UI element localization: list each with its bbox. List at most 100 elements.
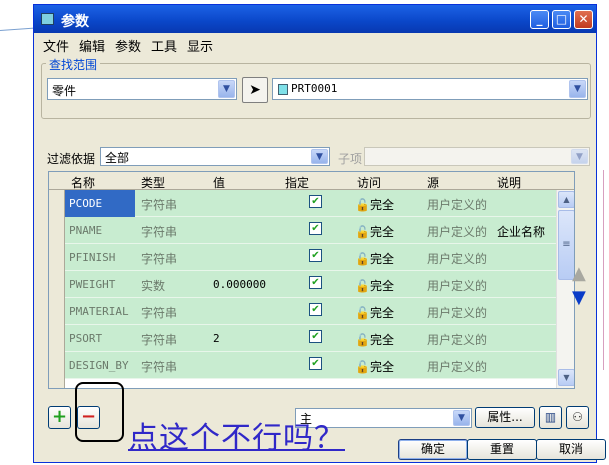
cell-source[interactable]: 用户定义的 — [427, 331, 487, 348]
cell-name[interactable]: PWEIGHT — [69, 278, 115, 291]
minimize-button[interactable]: _ — [530, 10, 549, 29]
move-up-icon[interactable]: ▲ — [572, 263, 586, 284]
cell-source[interactable]: 用户定义的 — [427, 223, 487, 240]
object-select-value: PRT0001 — [291, 82, 338, 95]
cell-name[interactable]: PNAME — [69, 224, 102, 237]
cell-source[interactable]: 用户定义的 — [427, 358, 487, 375]
chevron-down-icon[interactable]: ▼ — [453, 410, 470, 426]
header-value[interactable]: 值 — [213, 174, 225, 191]
close-button[interactable]: ✕ — [574, 10, 593, 29]
header-source[interactable]: 源 — [427, 174, 439, 191]
cell-value[interactable]: 2 — [213, 332, 220, 345]
designated-checkbox[interactable]: ✔ — [309, 249, 322, 262]
chevron-down-icon[interactable]: ▼ — [218, 80, 235, 98]
columns-icon[interactable]: ▥ — [539, 406, 562, 429]
scroll-right-icon[interactable]: ▶ — [538, 388, 555, 389]
cell-access[interactable]: 🔓完全 — [355, 196, 394, 213]
cell-access[interactable]: 🔓完全 — [355, 223, 394, 240]
scroll-down-icon[interactable]: ▼ — [558, 369, 574, 386]
cell-type[interactable]: 实数 — [141, 277, 165, 294]
menu-display[interactable]: 显示 — [187, 36, 213, 55]
menu-bar: 文件 编辑 参数 工具 显示 — [34, 33, 596, 55]
designated-checkbox[interactable]: ✔ — [309, 357, 322, 370]
cell-access[interactable]: 🔓完全 — [355, 304, 394, 321]
title-bar[interactable]: 参数 _ □ ✕ — [34, 5, 596, 33]
add-parameter-button[interactable]: + — [48, 406, 71, 429]
header-type[interactable]: 类型 — [141, 174, 165, 191]
scope-select-value: 零件 — [52, 84, 77, 98]
cell-name[interactable]: PMATERIAL — [69, 305, 129, 318]
cell-access[interactable]: 🔓完全 — [355, 277, 394, 294]
ok-button[interactable]: 确定 — [398, 439, 468, 460]
properties-button[interactable]: 属性... — [475, 407, 535, 428]
cancel-button[interactable]: 取消 — [536, 439, 606, 460]
part-icon — [278, 84, 288, 95]
chevron-down-icon[interactable]: ▼ — [569, 80, 586, 98]
menu-parameters[interactable]: 参数 — [115, 36, 141, 55]
lock-icon: 🔓 — [355, 306, 370, 320]
cell-type[interactable]: 字符串 — [141, 223, 177, 240]
designated-checkbox[interactable]: ✔ — [309, 303, 322, 316]
annotation-highlight-box — [75, 382, 124, 442]
cell-access[interactable]: 🔓完全 — [355, 250, 394, 267]
cell-access[interactable]: 🔓完全 — [355, 331, 394, 348]
cell-source[interactable]: 用户定义的 — [427, 196, 487, 213]
lock-icon: 🔓 — [355, 360, 370, 374]
cell-description[interactable]: 企业名称 — [497, 223, 545, 240]
cell-name[interactable]: DESIGN_BY — [69, 359, 129, 372]
table-row[interactable]: PNAME 字符串 ✔ 🔓完全 用户定义的 企业名称 — [65, 217, 556, 244]
cell-source[interactable]: 用户定义的 — [427, 304, 487, 321]
pointer-select-button[interactable]: ➤ — [242, 77, 268, 103]
filter-select-value: 全部 — [105, 151, 130, 165]
lock-icon: 🔓 — [355, 252, 370, 266]
cell-source[interactable]: 用户定义的 — [427, 277, 487, 294]
cell-name[interactable]: PSORT — [69, 332, 102, 345]
designated-checkbox[interactable]: ✔ — [309, 276, 322, 289]
menu-edit[interactable]: 编辑 — [79, 36, 105, 55]
cell-access[interactable]: 🔓完全 — [355, 358, 394, 375]
menu-file[interactable]: 文件 — [43, 36, 69, 55]
header-designated[interactable]: 指定 — [285, 174, 309, 191]
table-row[interactable]: PWEIGHT 实数 0.000000 ✔ 🔓完全 用户定义的 — [65, 271, 556, 298]
horizontal-scrollbar[interactable]: ◀ ⋮ ▶ — [65, 388, 556, 389]
scroll-up-icon[interactable]: ▲ — [558, 191, 574, 208]
reset-button[interactable]: 重置 — [467, 439, 537, 460]
chevron-down-icon[interactable]: ▼ — [311, 149, 328, 164]
row-gutter — [49, 190, 65, 388]
binoculars-icon[interactable]: ⚇ — [566, 406, 589, 429]
cell-name[interactable]: PCODE — [69, 197, 102, 210]
cell-name[interactable]: PFINISH — [69, 251, 115, 264]
table-row[interactable]: PMATERIAL 字符串 ✔ 🔓完全 用户定义的 — [65, 298, 556, 325]
designated-checkbox[interactable]: ✔ — [309, 222, 322, 235]
header-description[interactable]: 说明 — [497, 174, 521, 191]
table-row[interactable]: PCODE 字符串 ✔ 🔓完全 用户定义的 — [65, 190, 556, 217]
cell-type[interactable]: 字符串 — [141, 250, 177, 267]
cell-value[interactable]: 0.000000 — [213, 278, 266, 291]
header-access[interactable]: 访问 — [357, 174, 381, 191]
background-marks — [603, 170, 609, 370]
filter-select[interactable]: 全部 ▼ — [100, 147, 330, 166]
maximize-button[interactable]: □ — [552, 10, 571, 29]
window-icon — [41, 13, 54, 25]
horizontal-scroll-thumb[interactable]: ⋮ — [84, 388, 414, 389]
table-row[interactable]: DESIGN_BY 字符串 ✔ 🔓完全 用户定义的 — [65, 352, 556, 379]
cell-type[interactable]: 字符串 — [141, 331, 177, 348]
scope-select[interactable]: 零件 ▼ — [47, 78, 237, 100]
chevron-down-icon[interactable]: ▼ — [571, 149, 588, 164]
subitem-select[interactable]: ▼ — [364, 147, 590, 166]
parameters-table: 名称 类型 值 指定 访问 源 说明 PCODE 字符串 ✔ 🔓完全 用户定义的… — [48, 171, 575, 389]
cell-type[interactable]: 字符串 — [141, 304, 177, 321]
table-row[interactable]: PSORT 字符串 2 ✔ 🔓完全 用户定义的 — [65, 325, 556, 352]
table-row[interactable]: PFINISH 字符串 ✔ 🔓完全 用户定义的 — [65, 244, 556, 271]
designated-checkbox[interactable]: ✔ — [309, 330, 322, 343]
cell-type[interactable]: 字符串 — [141, 196, 177, 213]
filter-label: 过滤依据 — [47, 152, 96, 166]
designated-checkbox[interactable]: ✔ — [309, 195, 322, 208]
menu-tools[interactable]: 工具 — [151, 36, 177, 55]
object-select[interactable]: PRT0001 ▼ — [272, 78, 588, 100]
table-header: 名称 类型 值 指定 访问 源 说明 — [49, 172, 574, 191]
cell-source[interactable]: 用户定义的 — [427, 250, 487, 267]
header-name[interactable]: 名称 — [71, 174, 95, 191]
move-down-icon[interactable]: ▼ — [572, 287, 586, 308]
cell-type[interactable]: 字符串 — [141, 358, 177, 375]
